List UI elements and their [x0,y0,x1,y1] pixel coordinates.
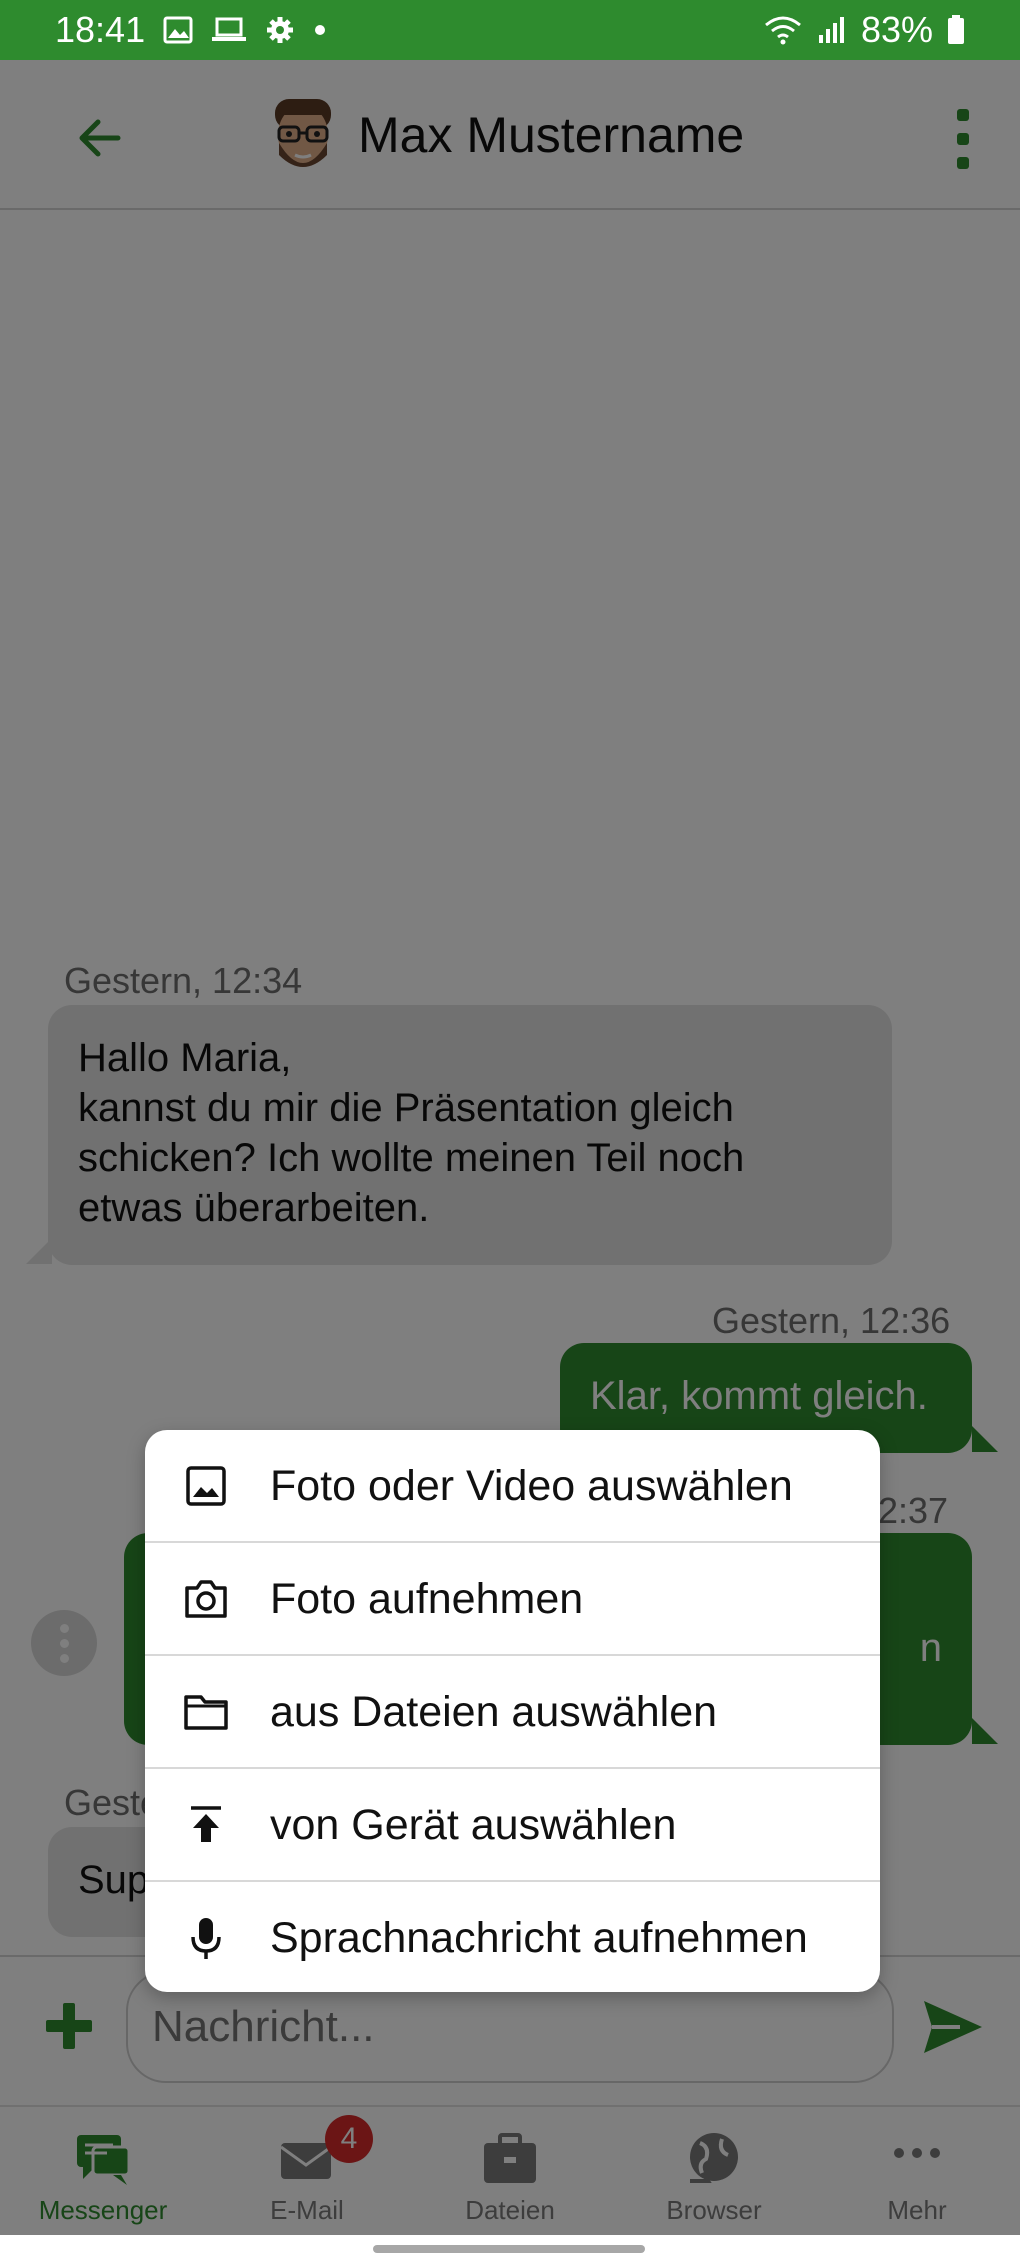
wifi-icon [763,15,803,45]
gesture-bar [0,2235,1020,2267]
menu-item-label: Foto oder Video auswählen [270,1462,793,1510]
settings-notification-icon [265,15,295,45]
attachment-menu: Foto oder Video auswählen Foto aufnehmen… [145,1430,880,1992]
laptop-notification-icon [211,16,247,44]
menu-item-record-voice-message[interactable]: Sprachnachricht aufnehmen [145,1882,880,1992]
image-icon [186,1466,226,1506]
battery-icon [947,15,965,45]
menu-item-label: aus Dateien auswählen [270,1688,718,1736]
home-indicator-pill[interactable] [373,2245,645,2253]
dot-notification-icon [313,23,327,37]
menu-item-label: von Gerät auswählen [270,1801,677,1849]
signal-icon [817,15,847,45]
folder-icon [184,1695,228,1730]
battery-percent: 83% [860,9,933,50]
menu-item-label: Sprachnachricht aufnehmen [270,1914,808,1962]
menu-item-take-photo[interactable]: Foto aufnehmen [145,1543,880,1656]
microphone-icon [191,1918,221,1959]
menu-item-choose-photo-video[interactable]: Foto oder Video auswählen [145,1430,880,1543]
status-time: 18:41 [55,9,146,50]
menu-item-choose-from-files[interactable]: aus Dateien auswählen [145,1656,880,1769]
upload-icon [191,1806,221,1842]
camera-icon [185,1580,227,1618]
gallery-notification-icon [163,16,193,44]
menu-item-label: Foto aufnehmen [270,1575,584,1623]
menu-item-choose-from-device[interactable]: von Gerät auswählen [145,1769,880,1882]
status-bar: 18:41 83% [0,0,1020,60]
